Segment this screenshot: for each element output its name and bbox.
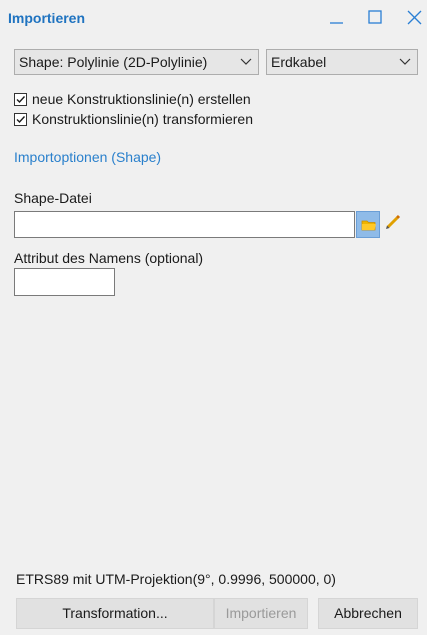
chevron-down-icon	[240, 58, 252, 65]
browse-shape-file-button[interactable]	[356, 211, 380, 238]
create-construction-lines-option[interactable]: neue Konstruktionslinie(n) erstellen	[14, 90, 251, 108]
name-attribute-input[interactable]	[14, 268, 115, 296]
window-title: Importieren	[8, 10, 86, 26]
close-button[interactable]	[403, 6, 427, 30]
transform-construction-lines-label: Konstruktionslinie(n) transformieren	[32, 111, 253, 127]
chevron-down-icon	[399, 58, 411, 65]
checkmark-icon	[16, 115, 26, 123]
projection-info: ETRS89 mit UTM-Projektion(9°, 0.9996, 50…	[16, 571, 336, 587]
name-attribute-label: Attribut des Namens (optional)	[14, 250, 204, 266]
checkmark-icon	[16, 95, 26, 103]
layer-value: Erdkabel	[271, 54, 327, 70]
pencil-icon[interactable]	[384, 213, 402, 231]
cancel-button[interactable]: Abbrechen	[318, 598, 418, 629]
shape-type-value: Shape: Polylinie (2D-Polylinie)	[19, 54, 208, 70]
import-options-heading: Importoptionen (Shape)	[14, 149, 162, 165]
create-construction-lines-checkbox[interactable]	[14, 92, 27, 106]
shape-file-input[interactable]	[14, 211, 355, 238]
transformation-button[interactable]: Transformation...	[16, 598, 214, 629]
shape-file-label: Shape-Datei	[14, 190, 92, 206]
folder-icon	[361, 220, 376, 231]
create-construction-lines-label: neue Konstruktionslinie(n) erstellen	[32, 91, 251, 107]
maximize-icon	[368, 10, 382, 24]
transform-construction-lines-checkbox[interactable]	[14, 112, 27, 126]
transform-construction-lines-option[interactable]: Konstruktionslinie(n) transformieren	[14, 110, 253, 128]
minimize-icon	[330, 22, 343, 24]
shape-type-select[interactable]: Shape: Polylinie (2D-Polylinie)	[14, 49, 259, 75]
close-icon	[407, 10, 422, 25]
maximize-button[interactable]	[364, 6, 388, 30]
layer-select[interactable]: Erdkabel	[266, 49, 418, 75]
title-bar: Importieren	[0, 0, 427, 38]
minimize-button[interactable]	[325, 6, 349, 30]
import-button[interactable]: Importieren	[214, 598, 308, 629]
